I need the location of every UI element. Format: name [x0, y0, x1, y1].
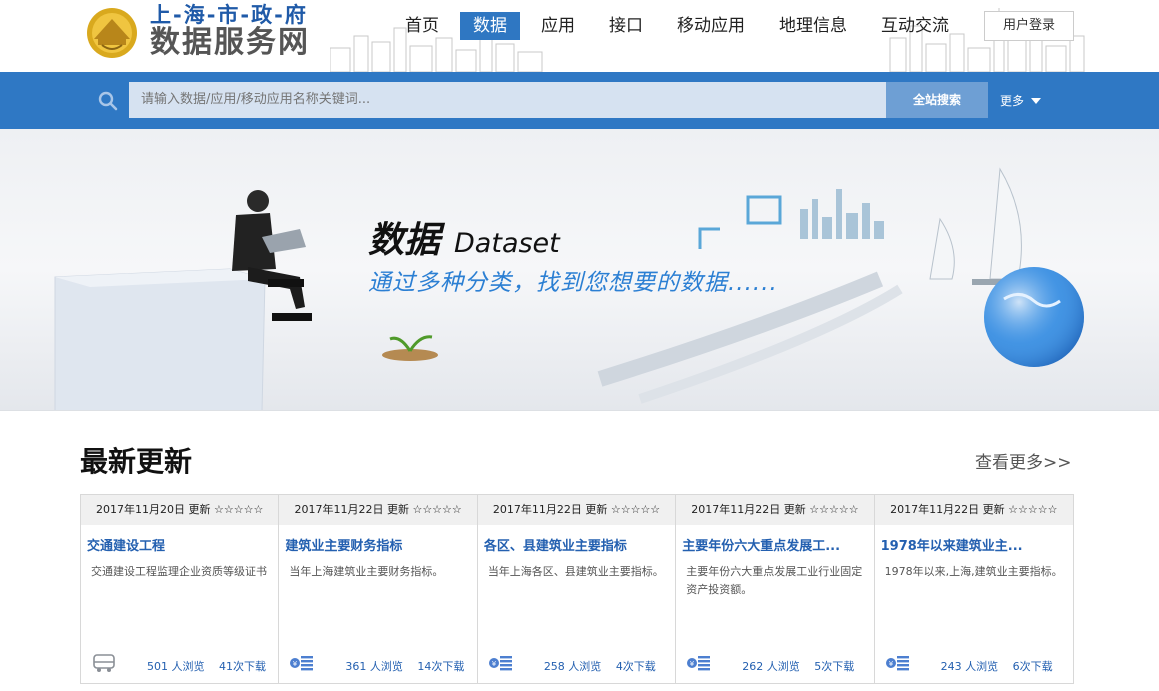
bus-icon: [93, 654, 115, 672]
card-description: 交通建设工程监理企业资质等级证书: [91, 565, 267, 578]
dataset-card[interactable]: 2017年11月22日 更新 ☆☆☆☆☆ 主要年份六大重点发展工... 主要年份…: [676, 495, 875, 683]
card-stars: ☆☆☆☆☆: [412, 503, 462, 516]
nav-item-api[interactable]: 接口: [596, 12, 656, 40]
card-views: 243 人浏览: [940, 660, 999, 673]
card-views: 501 人浏览: [147, 660, 205, 673]
svg-text:¥: ¥: [492, 660, 497, 668]
logo-bottom-text: 数据服务网: [150, 25, 310, 60]
card-date: 2017年11月22日: [294, 503, 384, 516]
svg-text:¥: ¥: [690, 660, 695, 668]
nav-item-data[interactable]: 数据: [460, 12, 520, 40]
search-input[interactable]: [129, 82, 886, 118]
card-update-label: 更新: [982, 503, 1005, 516]
nav-item-geo-info[interactable]: 地理信息: [766, 12, 860, 40]
card-footer: 501 人浏览 41次下载: [81, 653, 278, 675]
card-update-label: 更新: [783, 503, 806, 516]
card-downloads: 6次下载: [1012, 660, 1053, 673]
card-title[interactable]: 主要年份六大重点发展工...: [682, 535, 872, 554]
card-stars: ☆☆☆☆☆: [809, 503, 859, 516]
nav-item-interaction[interactable]: 互动交流: [868, 12, 962, 40]
card-footer: ¥ 361 人浏览 14次下载: [279, 653, 476, 675]
nav-item-apps[interactable]: 应用: [528, 12, 588, 40]
finance-icon: ¥: [687, 656, 711, 671]
dataset-card[interactable]: 2017年11月20日 更新 ☆☆☆☆☆ 交通建设工程 交通建设工程监理企业资质…: [81, 495, 280, 683]
banner-subtitle: 通过多种分类，找到您想要的数据......: [368, 270, 778, 296]
dataset-card[interactable]: 2017年11月22日 更新 ☆☆☆☆☆ 各区、县建筑业主要指标 当年上海各区、…: [477, 495, 677, 683]
dataset-card[interactable]: 2017年11月22日 更新 ☆☆☆☆☆ 1978年以来建筑业主... 1978…: [874, 495, 1074, 683]
svg-text:¥: ¥: [293, 660, 298, 668]
card-header: 2017年11月20日 更新 ☆☆☆☆☆: [81, 495, 279, 525]
card-stars: ☆☆☆☆☆: [610, 503, 661, 516]
main-nav: 首页 数据 应用 接口 移动应用 地理信息 互动交流: [392, 11, 970, 41]
card-downloads: 14次下载: [417, 660, 465, 673]
card-downloads: 41次下载: [219, 660, 266, 673]
dataset-card[interactable]: 2017年11月22日 更新 ☆☆☆☆☆ 建筑业主要财务指标 当年上海建筑业主要…: [279, 495, 478, 683]
view-more-link[interactable]: 查看更多>>: [975, 448, 1072, 473]
logo-top-text: 上-海-市-政-府: [150, 3, 308, 27]
card-date: 2017年11月22日: [890, 503, 980, 516]
card-description: 主要年份六大重点发展工业行业固定资产投资额。: [686, 565, 863, 596]
card-description: 当年上海各区、县建筑业主要指标。: [487, 565, 664, 578]
card-update-label: 更新: [585, 503, 608, 516]
login-button[interactable]: 用户登录: [984, 11, 1074, 41]
search-bar: 全站搜索 更多: [0, 72, 1159, 129]
card-views: 258 人浏览: [543, 660, 602, 673]
finance-icon: ¥: [290, 656, 314, 671]
card-title[interactable]: 建筑业主要财务指标: [285, 535, 475, 554]
card-views: 262 人浏览: [742, 660, 800, 673]
banner-title-cn: 数据: [368, 219, 441, 261]
card-date: 2017年11月20日: [96, 503, 186, 516]
card-update-label: 更新: [188, 503, 211, 516]
search-icon[interactable]: [98, 91, 118, 111]
card-footer: ¥ 262 人浏览 5次下载: [676, 653, 873, 675]
card-title[interactable]: 1978年以来建筑业主...: [881, 535, 1071, 554]
site-search-button[interactable]: 全站搜索: [886, 82, 988, 118]
svg-text:¥: ¥: [888, 660, 893, 668]
caret-down-icon: [1031, 97, 1042, 104]
card-stars: ☆☆☆☆☆: [1008, 503, 1058, 516]
card-header: 2017年11月22日 更新 ☆☆☆☆☆: [477, 495, 676, 525]
card-footer: ¥ 243 人浏览 6次下载: [875, 653, 1073, 675]
more-dropdown[interactable]: 更多: [1000, 92, 1042, 109]
card-title[interactable]: 交通建设工程: [87, 535, 277, 554]
card-downloads: 4次下载: [615, 660, 656, 673]
banner-title: 数据 Dataset: [368, 211, 560, 263]
card-description: 1978年以来,上海,建筑业主要指标。: [884, 565, 1063, 578]
card-date: 2017年11月22日: [691, 503, 781, 516]
card-header: 2017年11月22日 更新 ☆☆☆☆☆: [279, 495, 477, 525]
card-downloads: 5次下载: [814, 660, 855, 673]
site-logo[interactable]: 上-海-市-政-府 数据服务网: [82, 2, 342, 62]
latest-updates-title: 最新更新: [80, 445, 193, 478]
city-emblem-icon: [82, 5, 142, 59]
card-date: 2017年11月22日: [492, 503, 582, 516]
card-header: 2017年11月22日 更新 ☆☆☆☆☆: [676, 495, 874, 525]
card-update-label: 更新: [386, 503, 409, 516]
nav-item-mobile-apps[interactable]: 移动应用: [664, 12, 758, 40]
card-footer: ¥ 258 人浏览 4次下载: [478, 653, 675, 675]
finance-icon: ¥: [488, 656, 512, 671]
card-description: 当年上海建筑业主要财务指标。: [289, 565, 444, 578]
nav-item-home[interactable]: 首页: [392, 12, 452, 40]
banner-title-en: Dataset: [454, 228, 560, 259]
latest-cards: 2017年11月20日 更新 ☆☆☆☆☆ 交通建设工程 交通建设工程监理企业资质…: [80, 494, 1074, 684]
card-title[interactable]: 各区、县建筑业主要指标: [484, 535, 674, 554]
more-label: 更多: [1000, 94, 1025, 108]
finance-icon: ¥: [885, 656, 909, 671]
site-header: 上-海-市-政-府 数据服务网 首页 数据 应用 接口 移动应用 地理信息 互动…: [0, 0, 1159, 72]
card-header: 2017年11月22日 更新 ☆☆☆☆☆: [874, 495, 1074, 525]
card-stars: ☆☆☆☆☆: [214, 503, 264, 516]
hero-banner: 数据 Dataset 通过多种分类，找到您想要的数据......: [0, 129, 1159, 411]
card-views: 361 人浏览: [345, 660, 403, 673]
